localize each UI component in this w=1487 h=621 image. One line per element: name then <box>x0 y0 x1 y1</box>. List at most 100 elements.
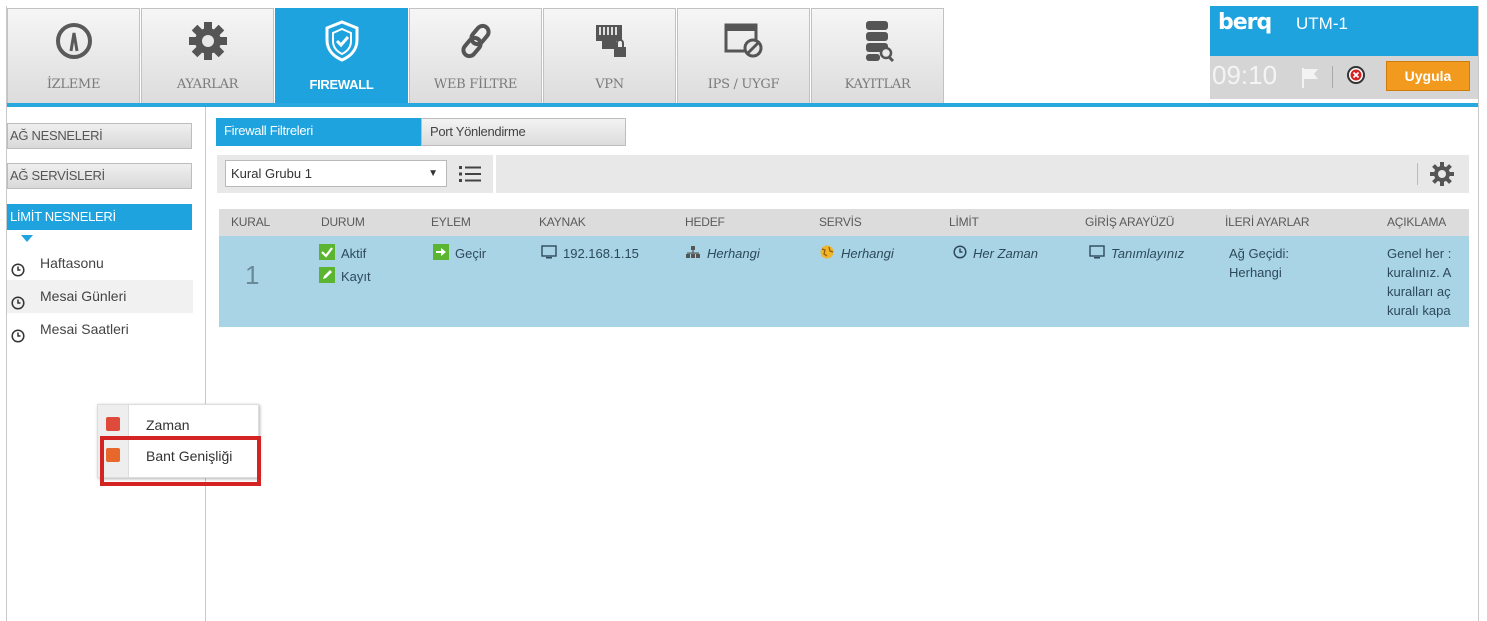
column-header-kural[interactable]: KURAL <box>231 209 270 236</box>
active-pointer <box>21 235 33 242</box>
separator <box>1332 66 1333 88</box>
nav-label: VPN <box>595 77 624 92</box>
window-block-icon <box>678 19 809 63</box>
sidebar-header-ag-servisleri[interactable]: AĞ SERVİSLERİ <box>7 163 192 189</box>
list-icon[interactable] <box>453 160 487 187</box>
nav-label: AYARLAR <box>176 77 239 92</box>
nav-label: KAYITLAR <box>844 77 911 92</box>
column-header-hedef[interactable]: HEDEF <box>685 209 725 236</box>
table-header: KURAL DURUM EYLEM KAYNAK HEDEF SERVİS Lİ… <box>219 209 1469 236</box>
table-row[interactable]: 1 Aktif Kayıt Geçir 192.168.1.15 Herhang… <box>219 236 1469 327</box>
service-globe-icon <box>819 244 835 265</box>
destination-cell: Herhangi <box>685 244 760 264</box>
description-cell: Genel her : kuralınız. A kuralları aç ku… <box>1387 244 1469 320</box>
nav-vpn[interactable]: VPN <box>543 8 676 103</box>
tab-port-yonlendirme[interactable]: Port Yönlendirme <box>421 118 626 146</box>
clock: 09:10 <box>1212 60 1278 90</box>
status-log-label: Kayıt <box>341 269 371 284</box>
check-icon <box>319 244 335 265</box>
description-line-2: kuralınız. A <box>1387 265 1452 280</box>
time-icon <box>106 417 120 431</box>
limit-label: Her Zaman <box>973 246 1039 261</box>
database-search-icon <box>812 19 943 63</box>
column-header-limit[interactable]: LİMİT <box>949 209 979 236</box>
nav-label: IPS / UYGF <box>707 77 780 92</box>
sidebar-header-limit-nesneleri[interactable]: LİMİT NESNELERİ <box>7 204 192 230</box>
interface-label: Tanımlayınız <box>1111 246 1185 261</box>
toolbar-separator <box>1417 163 1418 185</box>
action-label: Geçir <box>455 246 487 261</box>
monitor-icon <box>1089 245 1105 264</box>
status-log: Kayıt <box>319 267 371 288</box>
app-frame: İZLEME AYARLAR FIREWALL WEB FİLTRE VPN I… <box>6 6 1479 621</box>
column-header-ileri-ayarlar[interactable]: İLERİ AYARLAR <box>1225 209 1310 236</box>
link-icon <box>410 19 541 63</box>
cancel-icon[interactable] <box>1346 65 1366 85</box>
pencil-icon <box>319 267 335 288</box>
description-line-3: kuralları aç <box>1387 284 1451 299</box>
sidebar-header-ag-nesneleri[interactable]: AĞ NESNELERİ <box>7 123 192 149</box>
description-line-4: kuralı kapa <box>1387 303 1451 318</box>
column-header-aciklama[interactable]: AÇIKLAMA <box>1387 209 1446 236</box>
monitor-icon <box>541 245 557 264</box>
brand-logo: berq <box>1218 10 1272 35</box>
advanced-cell: Ağ Geçidi: Herhangi <box>1229 244 1289 282</box>
context-menu-label: Zaman <box>146 417 190 433</box>
sidebar-item-mesai-saatleri[interactable]: Mesai Saatleri <box>7 313 193 346</box>
action-cell: Geçir <box>433 244 486 265</box>
clock-icon <box>953 245 967 264</box>
sidebar: AĞ NESNELERİ AĞ SERVİSLERİ LİMİT NESNELE… <box>7 107 206 621</box>
sidebar-item-mesai-gunleri[interactable]: Mesai Günleri <box>7 280 193 313</box>
network-icon <box>685 245 701 264</box>
nav-ayarlar[interactable]: AYARLAR <box>141 8 274 103</box>
nav-label: FIREWALL <box>309 77 374 92</box>
settings-gear-icon[interactable] <box>1429 161 1455 187</box>
top-nav: İZLEME AYARLAR FIREWALL WEB FİLTRE VPN I… <box>7 6 1478 107</box>
nav-firewall[interactable]: FIREWALL <box>275 8 408 103</box>
sidebar-item-haftasonu[interactable]: Haftasonu <box>7 247 193 280</box>
arrow-right-icon <box>433 244 449 265</box>
advanced-line-2: Herhangi <box>1229 265 1282 280</box>
description-line-1: Genel her : <box>1387 246 1452 261</box>
flag-icon[interactable] <box>1300 66 1320 93</box>
advanced-line-1: Ağ Geçidi: <box>1229 246 1289 261</box>
status-active-label: Aktif <box>341 246 367 261</box>
gear-icon <box>142 19 273 63</box>
gauge-icon <box>8 19 139 63</box>
sidebar-item-label: Haftasonu <box>40 255 104 271</box>
column-header-kaynak[interactable]: KAYNAK <box>539 209 586 236</box>
highlight-box <box>100 436 261 486</box>
toolbar: Kural Grubu 1 ▼ <box>217 155 1469 193</box>
column-header-eylem[interactable]: EYLEM <box>431 209 471 236</box>
brand-panel: berq UTM-1 09:10 Uygula <box>1210 6 1478 99</box>
column-header-durum[interactable]: DURUM <box>321 209 365 236</box>
toolbar-divider <box>493 155 496 193</box>
service-label: Herhangi <box>841 246 894 261</box>
product-name: UTM-1 <box>1296 14 1348 33</box>
limit-cell: Her Zaman <box>953 244 1038 264</box>
apply-button[interactable]: Uygula <box>1386 61 1470 91</box>
nav-label: WEB FİLTRE <box>433 77 518 92</box>
source-label: 192.168.1.15 <box>563 246 639 261</box>
sidebar-item-label: Mesai Günleri <box>40 288 127 304</box>
tab-firewall-filtreleri[interactable]: Firewall Filtreleri <box>216 118 423 146</box>
interface-cell: Tanımlayınız <box>1089 244 1184 264</box>
nav-label: İZLEME <box>46 77 101 92</box>
context-menu-item-zaman[interactable]: Zaman <box>98 411 258 439</box>
nav-kayitlar[interactable]: KAYITLAR <box>811 8 944 103</box>
source-cell: 192.168.1.15 <box>541 244 639 264</box>
rule-group-value: Kural Grubu 1 <box>231 166 312 181</box>
network-lock-icon <box>544 19 675 63</box>
nav-web-filtre[interactable]: WEB FİLTRE <box>409 8 542 103</box>
status-active: Aktif <box>319 244 366 265</box>
rule-number: 1 <box>245 260 260 290</box>
rule-group-select[interactable]: Kural Grubu 1 ▼ <box>225 160 447 187</box>
sidebar-item-label: Mesai Saatleri <box>40 321 129 337</box>
column-header-giris-arayuzu[interactable]: GİRİŞ ARAYÜZÜ <box>1085 209 1174 236</box>
nav-ips-uygf[interactable]: IPS / UYGF <box>677 8 810 103</box>
column-header-servis[interactable]: SERVİS <box>819 209 862 236</box>
nav-izleme[interactable]: İZLEME <box>7 8 140 103</box>
service-cell: Herhangi <box>819 244 894 265</box>
clock-icon <box>11 322 25 355</box>
dropdown-arrow-icon: ▼ <box>428 168 438 179</box>
